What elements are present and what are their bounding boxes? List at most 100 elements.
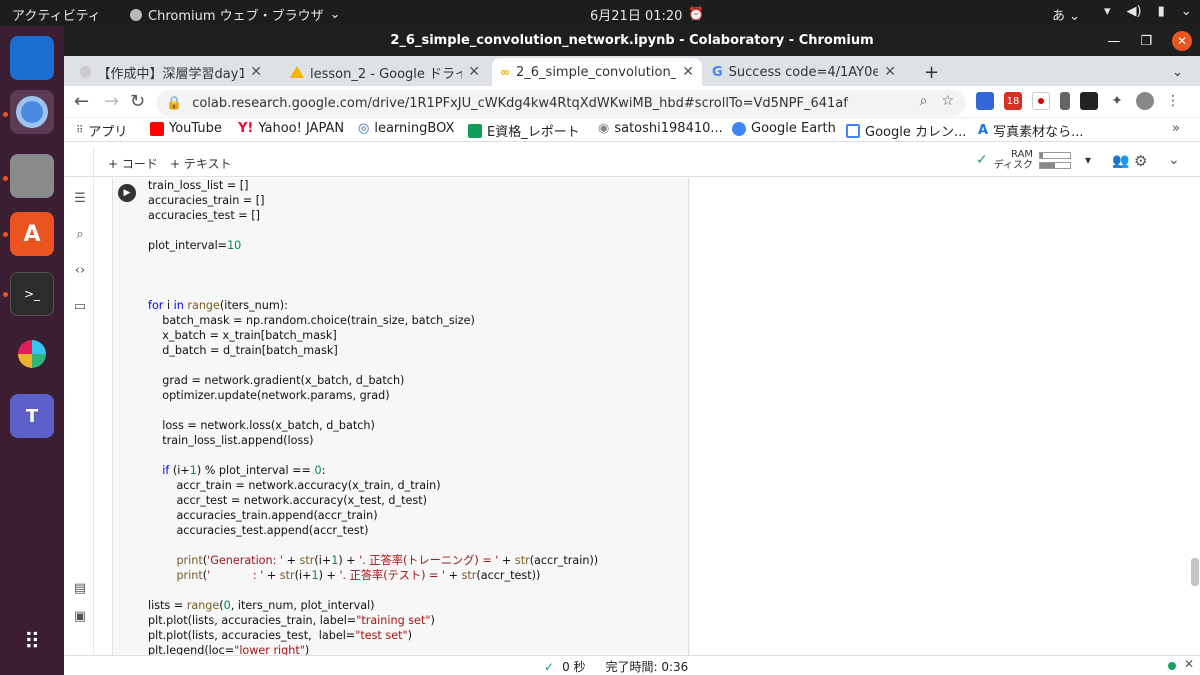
chevron-down-icon[interactable]: ▾ <box>1085 153 1091 167</box>
code-line: train_loss_list.append(loss) <box>148 434 314 447</box>
code-snippets-icon[interactable]: ‹› <box>72 263 88 279</box>
bookmark-label: アプリ <box>88 125 128 140</box>
activities-button[interactable]: アクティビティ <box>12 5 101 24</box>
alarm-icon: ⏰ <box>688 7 705 22</box>
scrollbar[interactable] <box>1190 178 1200 655</box>
app-menu[interactable]: Chromium ウェブ・ブラウザ ⌄ <box>130 5 341 24</box>
tab-favicon-icon <box>80 66 92 78</box>
tab-4[interactable]: G Success code=4/1AY0e-g ✕ <box>704 58 904 86</box>
teams-icon[interactable]: T <box>10 394 54 438</box>
tab-search-icon[interactable]: ⌄ <box>1164 58 1194 86</box>
forward-icon[interactable]: → <box>104 91 119 112</box>
settings-gear-icon[interactable]: ⚙ <box>1134 152 1147 170</box>
files-icon[interactable] <box>10 154 54 198</box>
resource-monitor[interactable]: ✓ RAM ディスク ▾ <box>976 149 1091 171</box>
code-line: print(' : ' + str(i+1) + '. 正答率(テスト) = '… <box>176 569 541 582</box>
extension-1-icon[interactable] <box>976 92 994 110</box>
address-bar[interactable]: 🔒 colab.research.google.com/drive/1R1PFx… <box>156 90 966 116</box>
reload-icon[interactable]: ↻ <box>130 91 145 112</box>
colab-left-rail: ☰ ⌕ ‹› ▭ ▤ ▣ <box>64 147 94 655</box>
table-of-contents-icon[interactable]: ☰ <box>72 191 88 207</box>
back-icon[interactable]: ← <box>74 91 89 112</box>
command-palette-icon[interactable]: ▤ <box>72 581 88 597</box>
zoom-icon[interactable]: ⌕ <box>920 93 928 109</box>
close-tab-icon[interactable]: ✕ <box>250 64 262 80</box>
bookmark-youtube[interactable]: YouTube <box>150 121 222 136</box>
bookmark-learningbox[interactable]: ◎ learningBOX <box>358 121 454 136</box>
tab-1[interactable]: 【作成中】深層学習day1, ✕ <box>72 58 270 86</box>
profile-avatar[interactable] <box>1136 92 1154 110</box>
input-method-indicator[interactable]: あ ⌄ <box>1052 5 1080 24</box>
share-users-icon[interactable]: 👥 <box>1112 153 1129 169</box>
run-cell-button[interactable]: ▶ <box>118 184 136 202</box>
code-editor[interactable]: train_loss_list = [] accuracies_train = [… <box>148 178 688 658</box>
code-line: plt.plot(lists, accuracies_test, label="… <box>148 629 412 642</box>
running-indicator <box>3 232 8 237</box>
ram-bar-fill <box>1040 152 1044 158</box>
code-line: accuracies_train.append(accr_train) <box>148 509 378 522</box>
bookmark-e-report[interactable]: E資格_レポート <box>468 121 580 140</box>
tab-strip: 【作成中】深層学習day1, ✕ lesson_2 - Google ドライブ … <box>64 56 1200 86</box>
bookmark-apps[interactable]: ⠿ アプリ <box>76 121 127 140</box>
maximize-icon[interactable]: ❐ <box>1140 34 1152 49</box>
gmail-extension-icon[interactable]: 18 <box>1004 92 1022 110</box>
system-tray[interactable]: ▾ ◀) ▮ ⌄ <box>1104 4 1192 19</box>
terminal-icon[interactable]: >_ <box>10 272 54 316</box>
close-status-icon[interactable]: ✕ <box>1184 657 1194 671</box>
add-text-button[interactable]: + テキスト <box>170 155 232 172</box>
google-icon: G <box>712 64 723 80</box>
clock[interactable]: 6月21日 01:20 ⏰ <box>590 5 705 24</box>
chromium-icon <box>130 8 142 21</box>
tab-2[interactable]: lesson_2 - Google ドライブ ✕ <box>282 58 488 86</box>
bookmark-satoshi[interactable]: ◉ satoshi198410... <box>598 121 723 136</box>
add-code-button[interactable]: + コード <box>108 155 158 172</box>
app-menu-label: Chromium ウェブ・ブラウザ <box>148 9 324 24</box>
more-menu-icon[interactable]: ⋮ <box>1164 92 1182 110</box>
bookmark-yahoo[interactable]: Y! Yahoo! JAPAN <box>238 121 344 136</box>
code-line: accr_test = network.accuracy(x_test, d_t… <box>148 494 427 507</box>
bookmark-photo[interactable]: A 写真素材なら... <box>978 121 1083 140</box>
bookmark-label: Yahoo! JAPAN <box>258 121 345 136</box>
files-folder-icon[interactable]: ▭ <box>72 299 88 315</box>
thunderbird-icon[interactable] <box>10 36 54 80</box>
close-tab-icon[interactable]: ✕ <box>682 64 694 80</box>
bookmark-label: satoshi198410... <box>614 121 723 136</box>
new-tab-button[interactable]: + <box>916 58 946 86</box>
search-icon[interactable]: ⌕ <box>72 227 88 243</box>
record-extension-icon[interactable] <box>1032 92 1050 110</box>
puzzle-icon[interactable]: ✦ <box>1108 92 1126 110</box>
bookmark-star-icon[interactable]: ☆ <box>941 93 954 109</box>
bookmarks-overflow-icon[interactable]: » <box>1172 121 1180 136</box>
bookmarks-bar: ⠿ アプリ YouTube Y! Yahoo! JAPAN ◎ learningBOX… <box>64 118 1200 142</box>
close-window-button[interactable]: ✕ <box>1172 31 1192 51</box>
extension-3-icon[interactable] <box>1060 92 1070 110</box>
chevron-down-icon: ⌄ <box>1180 4 1192 19</box>
code-line: d_batch = d_train[batch_mask] <box>148 344 338 357</box>
status-check-icon: ✓ <box>544 659 555 674</box>
bookmark-label: YouTube <box>169 121 222 136</box>
chromium-dock-icon[interactable] <box>10 90 54 134</box>
bookmark-google-calendar[interactable]: Google カレン... <box>846 121 966 140</box>
terminal-icon[interactable]: ▣ <box>72 609 88 625</box>
volume-icon: ◀) <box>1126 4 1142 19</box>
close-tab-icon[interactable]: ✕ <box>884 64 896 80</box>
wifi-icon: ▾ <box>1104 4 1111 19</box>
bookmark-google-earth[interactable]: Google Earth <box>732 121 836 136</box>
running-indicator <box>3 292 8 297</box>
collapse-chevron-icon[interactable]: ⌄ <box>1168 152 1180 168</box>
ime-label: あ <box>1052 9 1066 24</box>
software-center-icon[interactable]: A <box>10 212 54 256</box>
yahoo-icon: Y! <box>238 121 254 136</box>
slack-icon[interactable] <box>10 332 54 376</box>
scrollbar-thumb[interactable] <box>1191 558 1199 586</box>
extension-4-icon[interactable] <box>1080 92 1098 110</box>
close-tab-icon[interactable]: ✕ <box>468 64 480 80</box>
minimize-icon[interactable]: — <box>1107 34 1120 49</box>
show-apps-icon[interactable]: ⠿ <box>10 620 54 664</box>
tab-3-active[interactable]: ∞ 2_6_simple_convolution_n ✕ <box>492 58 702 86</box>
